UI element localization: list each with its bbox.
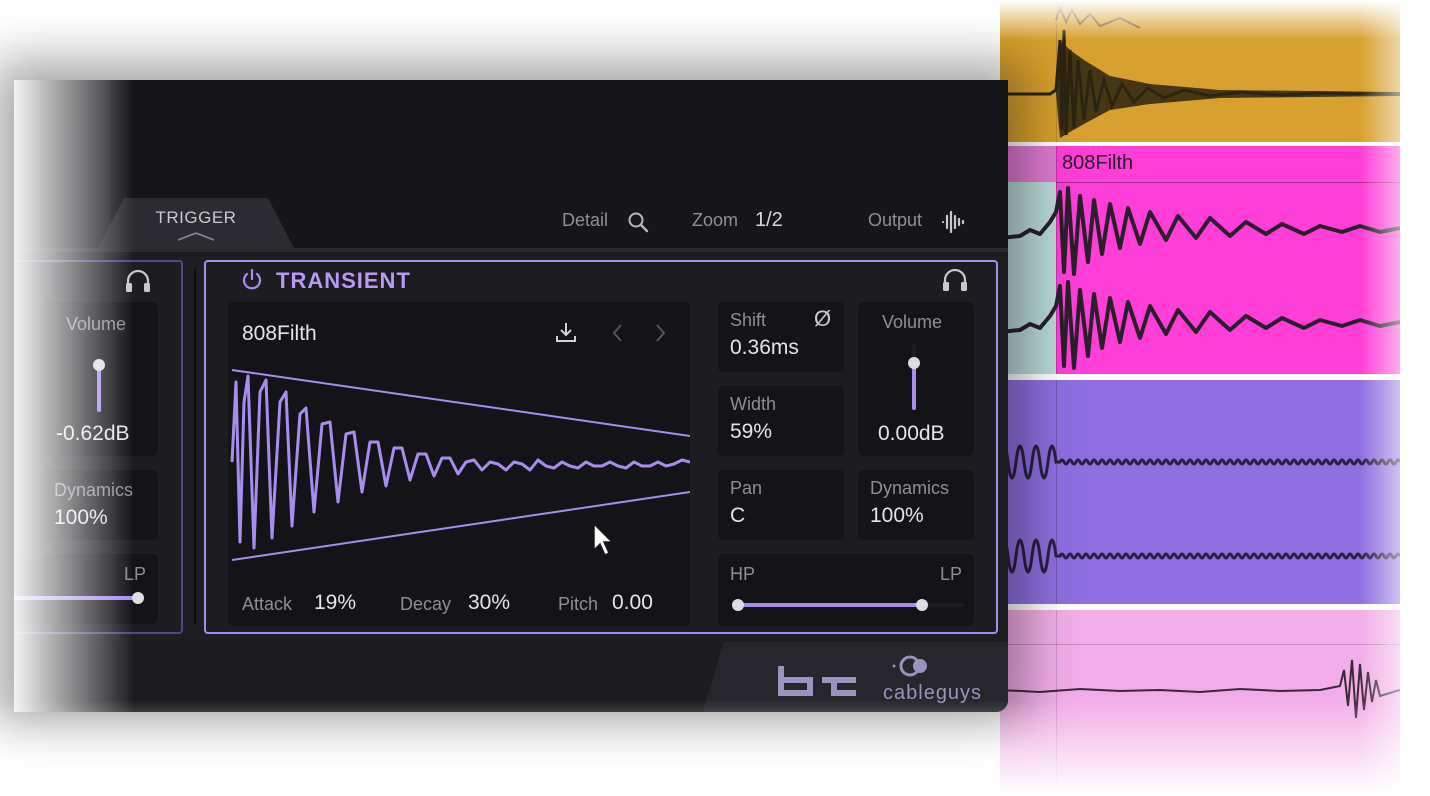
dynamics-label: Dynamics [870,478,950,498]
trigger-layer-panel: Volume -0.62dB Dynamics 100% LP [14,260,183,634]
tab-trigger-label: TRIGGER [155,208,237,227]
transient-title: TRANSIENT [276,268,411,293]
pitch-label: Pitch [558,594,599,614]
lp-label: LP [940,564,963,584]
mouse-cursor-icon [593,522,614,557]
waveform-icon[interactable] [940,210,966,234]
transient-waveform[interactable] [228,362,690,562]
zoom-label: Zoom [692,210,739,230]
volume-card[interactable]: Volume -0.62dB [44,302,158,456]
phase-invert-button[interactable]: Ø [814,306,831,332]
volume-slider-knob[interactable] [908,357,920,369]
width-value: 59% [730,420,773,443]
chevron-right-icon[interactable] [652,322,668,344]
pan-label: Pan [730,478,763,498]
width-label: Width [730,394,777,414]
dynamics-value: 100% [870,504,924,527]
volume-label: Volume [882,312,943,332]
volume-card[interactable]: Volume 0.00dB [858,302,974,456]
volume-slider-fill [97,364,101,412]
pitch-value[interactable]: 0.00 [612,591,653,615]
hp-label: HP [730,564,756,584]
daw-arrangement: 808Filth [1000,0,1400,796]
sample-display[interactable]: 808Filth Attack 19% Decay 30% Pitch 0.00 [228,302,690,626]
detail-label[interactable]: Detail [562,210,608,231]
dynamics-card[interactable]: Dynamics 100% [858,470,974,540]
lp-knob[interactable] [916,599,928,611]
transient-panel: TRANSIENT 808Filth Attack 19% Decay 30% … [204,260,998,634]
sine-waveform [1000,444,1400,574]
filter-card[interactable]: HP LP [718,554,974,626]
sample-name: 808Filth [242,322,317,345]
volume-slider-knob[interactable] [93,359,105,371]
808-waveform [1000,186,1400,370]
shift-label: Shift [730,310,767,330]
chevron-up-icon [177,232,215,241]
filter-card[interactable]: LP [14,554,158,624]
zoom-value[interactable]: 1/2 [755,209,783,232]
chevron-left-icon[interactable] [610,322,626,344]
decay-label: Decay [400,594,452,614]
top-fade [1000,0,1430,40]
tab-bar-line [14,248,1008,252]
right-fade [1360,0,1430,796]
decay-value[interactable]: 30% [468,591,510,615]
dynamics-value: 100% [54,506,108,529]
search-icon[interactable] [627,211,649,233]
panel-divider [194,268,196,624]
shift-value: 0.36ms [730,336,799,359]
clip-title: 808Filth [1062,152,1134,174]
headphones-icon[interactable] [124,268,152,294]
volume-label: Volume [66,314,127,334]
lp-label: LP [124,564,147,584]
bottom-fade [0,700,1430,796]
filter-range-fill [738,603,922,607]
cableguys-logo-icon [892,655,927,677]
pan-value: C [730,504,746,527]
volume-value: 0.00dB [878,422,945,445]
dynamics-label: Dynamics [54,480,134,500]
headphones-icon[interactable] [941,267,969,293]
lp-knob[interactable] [132,592,144,604]
volume-value: -0.62dB [56,422,130,445]
volume-slider-fill [912,364,916,410]
attack-label: Attack [242,594,293,614]
hp-knob[interactable] [732,599,744,611]
shift-card[interactable]: Shift Ø 0.36ms [718,302,844,372]
track-lane-3[interactable] [1000,380,1400,604]
plugin-window: TRIGGER Detail Zoom 1/2 Output Volume -0… [14,80,1008,712]
bt-logo [778,666,856,696]
output-label: Output [868,210,923,230]
dynamics-card[interactable]: Dynamics 100% [44,470,158,540]
width-card[interactable]: Width 59% [718,386,844,456]
attack-value[interactable]: 19% [314,591,356,615]
power-icon[interactable] [240,268,264,292]
track-lane-808[interactable]: 808Filth [1000,146,1400,374]
download-icon[interactable] [554,320,578,344]
pan-card[interactable]: Pan C [718,470,844,540]
